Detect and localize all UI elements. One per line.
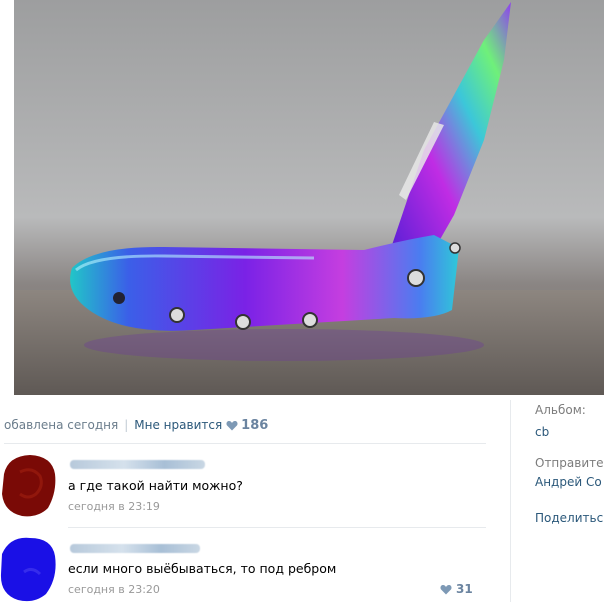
avatar[interactable]	[0, 536, 58, 602]
comment-like-button[interactable]: 31	[440, 582, 473, 598]
comment-time[interactable]: сегодня в 23:19	[68, 500, 160, 513]
separator: |	[124, 418, 129, 432]
comment: если много выёбываться, то под ребром се…	[0, 536, 490, 602]
published-text: обавлена сегодня	[4, 418, 119, 432]
heart-icon	[440, 584, 452, 598]
author-name[interactable]	[70, 460, 205, 469]
share-link[interactable]: Поделитьс	[535, 510, 604, 526]
author-name[interactable]	[70, 544, 200, 553]
photo-sidebar: Альбом: cb Отправите Андрей Со Поделитьс	[535, 402, 604, 526]
comment-text: если много выёбываться, то под ребром	[68, 561, 337, 576]
like-button[interactable]: Мне нравится	[134, 418, 222, 432]
sender-link[interactable]: Андрей Со	[535, 474, 604, 490]
knife-image	[14, 0, 604, 395]
divider	[4, 443, 486, 444]
album-link[interactable]: cb	[535, 424, 604, 440]
sidebar-divider	[510, 400, 511, 602]
post-photo[interactable]	[14, 0, 604, 395]
sender-label: Отправите	[535, 456, 604, 470]
divider	[68, 527, 486, 528]
heart-icon[interactable]	[226, 418, 238, 436]
like-count: 186	[241, 418, 269, 433]
album-label: Альбом:	[535, 403, 586, 417]
avatar[interactable]	[0, 452, 58, 518]
comment: а где такой найти можно? сегодня в 23:19	[0, 452, 490, 522]
comment-time[interactable]: сегодня в 23:20	[68, 583, 160, 596]
comment-like-count: 31	[456, 582, 473, 596]
comment-text: а где такой найти можно?	[68, 478, 243, 493]
post-meta: обавлена сегодня | Мне нравится 186	[4, 416, 268, 434]
